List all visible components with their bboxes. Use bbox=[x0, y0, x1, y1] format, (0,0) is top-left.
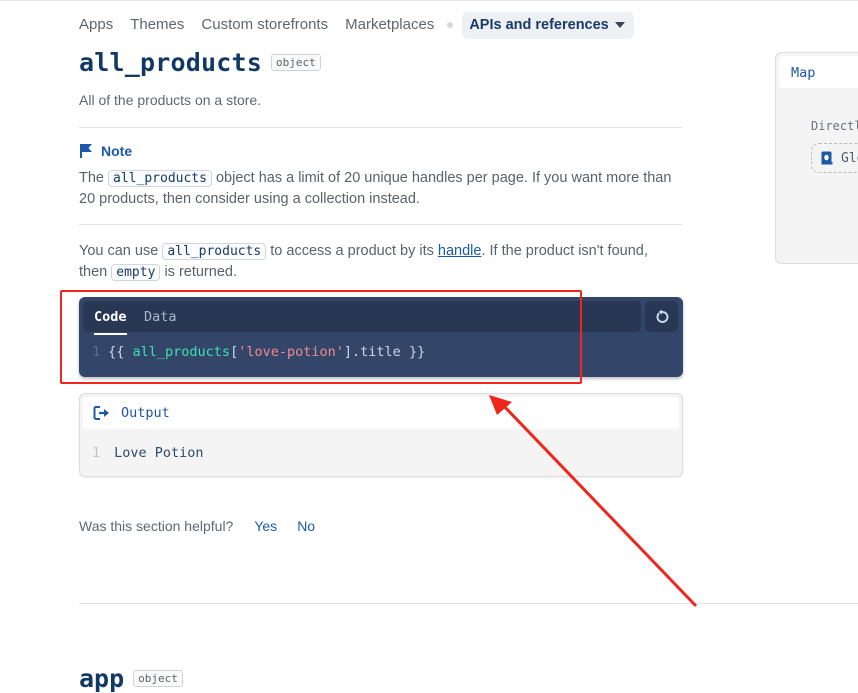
code-token-variable: all_products bbox=[132, 344, 231, 360]
feedback-yes-button[interactable]: Yes bbox=[254, 518, 277, 534]
handle-link[interactable]: handle bbox=[438, 243, 482, 259]
type-badge: object bbox=[271, 54, 321, 71]
note-text: The all_products object has a limit of 2… bbox=[79, 168, 679, 209]
reset-button[interactable] bbox=[645, 301, 678, 332]
code-token: {{ bbox=[108, 344, 133, 360]
map-panel: Map Directly Global bbox=[775, 52, 858, 264]
inline-code: empty bbox=[111, 264, 161, 281]
output-value: Love Potion bbox=[114, 445, 204, 461]
code-token: }} bbox=[400, 344, 426, 360]
output-header: Output bbox=[83, 397, 679, 429]
nav-apps[interactable]: Apps bbox=[79, 12, 113, 38]
nav-themes[interactable]: Themes bbox=[130, 12, 184, 38]
type-badge: object bbox=[133, 670, 183, 687]
map-label: Directly bbox=[811, 119, 858, 133]
reset-icon bbox=[656, 309, 668, 323]
nav-active-label: APIs and references bbox=[469, 17, 609, 33]
code-token: [ bbox=[230, 344, 239, 360]
usage-text: You can use all_products to access a pro… bbox=[79, 241, 679, 283]
output-panel: Output 1 Love Potion bbox=[79, 393, 683, 477]
line-number: 1 bbox=[92, 344, 101, 360]
flag-icon bbox=[80, 144, 92, 158]
code-line[interactable]: 1 {{ all_products['love-potion'].title }} bbox=[92, 344, 425, 360]
nav-separator-dot bbox=[447, 22, 454, 28]
object-icon bbox=[821, 151, 833, 165]
code-tabs: Code Data bbox=[83, 301, 641, 335]
top-border bbox=[0, 0, 858, 1]
divider bbox=[79, 127, 683, 128]
usage-text-part: You can use bbox=[79, 243, 159, 259]
note-text-part: The bbox=[79, 170, 104, 186]
nav-marketplaces[interactable]: Marketplaces bbox=[345, 12, 434, 38]
code-token: ] bbox=[343, 344, 353, 360]
usage-text-part: to access a product by its bbox=[270, 243, 434, 259]
next-object-title: app bbox=[79, 664, 125, 693]
map-chip-label: Global bbox=[841, 150, 858, 166]
object-description: All of the products on a store. bbox=[79, 92, 262, 108]
code-example: Code Data 1 {{ all_products['love-potion'… bbox=[79, 297, 683, 377]
map-header: Map bbox=[779, 56, 858, 88]
tab-code[interactable]: Code bbox=[94, 309, 127, 335]
line-number: 1 bbox=[92, 445, 101, 461]
note-label: Note bbox=[101, 143, 133, 159]
output-icon bbox=[93, 406, 109, 420]
section-divider bbox=[79, 603, 858, 604]
nav-custom-storefronts[interactable]: Custom storefronts bbox=[201, 12, 328, 38]
next-object-heading: app object bbox=[79, 664, 183, 693]
code-token-string: 'love-potion' bbox=[238, 344, 344, 360]
map-chip-global[interactable]: Global bbox=[811, 143, 858, 173]
feedback: Was this section helpful? Yes No bbox=[79, 518, 315, 534]
page-title: all_products bbox=[79, 48, 263, 77]
inline-code: all_products bbox=[108, 170, 212, 187]
tab-data[interactable]: Data bbox=[144, 309, 177, 325]
map-title: Map bbox=[791, 65, 816, 81]
caret-down-icon bbox=[614, 22, 625, 28]
nav-apis-and-references[interactable]: APIs and references bbox=[462, 11, 634, 39]
object-heading: all_products object bbox=[79, 48, 321, 77]
code-token-property: .title bbox=[352, 344, 401, 360]
feedback-no-button[interactable]: No bbox=[297, 518, 315, 534]
top-navigation: Apps Themes Custom storefronts Marketpla… bbox=[79, 11, 634, 39]
divider bbox=[79, 224, 683, 225]
output-line: 1 Love Potion bbox=[92, 445, 204, 461]
usage-text-part: is returned. bbox=[164, 264, 237, 280]
output-label: Output bbox=[121, 405, 170, 421]
feedback-question: Was this section helpful? bbox=[79, 518, 234, 534]
note-heading: Note bbox=[79, 143, 132, 159]
inline-code: all_products bbox=[162, 243, 267, 260]
